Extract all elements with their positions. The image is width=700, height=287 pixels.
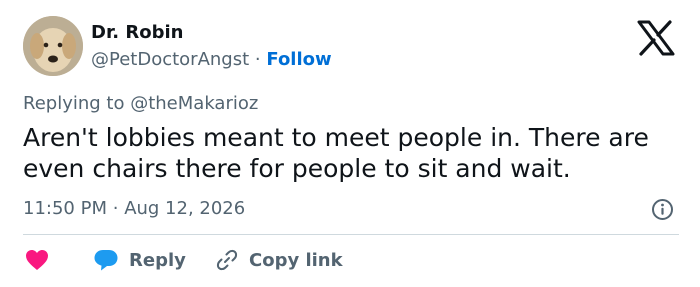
tweet-time: 11:50 PM (23, 198, 107, 219)
tweet-text: Aren't lobbies meant to meet people in. … (23, 122, 683, 184)
avatar[interactable] (23, 16, 83, 76)
like-button[interactable] (25, 248, 49, 272)
reply-button[interactable]: Reply (93, 248, 186, 272)
dog-photo-icon (23, 16, 83, 76)
follow-button[interactable]: Follow (266, 49, 331, 70)
author-handle[interactable]: @PetDoctorAngst (91, 49, 249, 70)
tweet-date: Aug 12, 2026 (124, 198, 246, 219)
author-handle-line: @PetDoctorAngst · Follow (91, 49, 332, 71)
copy-link-button[interactable]: Copy link (215, 248, 343, 272)
replying-to-prefix: Replying to (23, 93, 125, 114)
tweet-text-line: even chairs there for people to sit and … (23, 154, 571, 183)
speech-bubble-icon (94, 250, 118, 271)
x-logo-icon[interactable] (636, 20, 676, 56)
link-icon (216, 249, 238, 271)
copy-link-label: Copy link (249, 249, 343, 271)
handle-separator: · (254, 49, 261, 70)
heart-icon (26, 250, 48, 270)
info-icon[interactable] (651, 198, 674, 221)
replying-to: Replying to @theMakarioz (23, 93, 258, 115)
timestamp-separator: · (112, 198, 119, 219)
author-display-name[interactable]: Dr. Robin (91, 22, 183, 44)
tweet-text-line: Aren't lobbies meant to meet people in. … (23, 123, 649, 152)
replying-to-mention[interactable]: @theMakarioz (130, 93, 258, 114)
reply-label: Reply (129, 249, 186, 271)
tweet-timestamp[interactable]: 11:50 PM · Aug 12, 2026 (23, 198, 245, 220)
divider (23, 234, 679, 235)
